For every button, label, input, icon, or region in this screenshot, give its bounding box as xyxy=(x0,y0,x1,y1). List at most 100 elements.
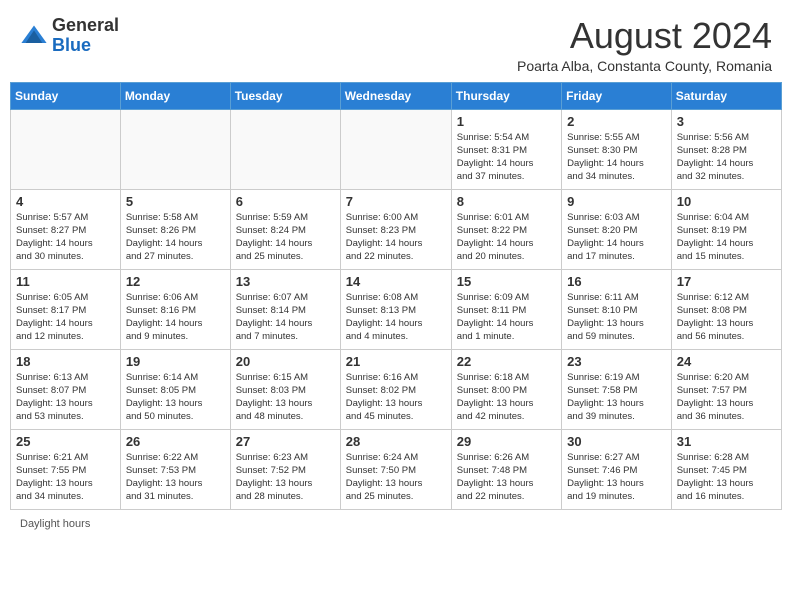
calendar-cell: 3 Sunrise: 5:56 AM Sunset: 8:28 PM Daylig… xyxy=(671,109,781,189)
day-number: 13 xyxy=(236,274,335,289)
day-number: 4 xyxy=(16,194,115,209)
day-info: Sunrise: 6:22 AM Sunset: 7:53 PM Dayligh… xyxy=(126,451,225,504)
day-info: Sunrise: 6:19 AM Sunset: 7:58 PM Dayligh… xyxy=(567,371,666,424)
month-year-title: August 2024 xyxy=(517,16,772,56)
calendar-cell: 19 Sunrise: 6:14 AM Sunset: 8:05 PM Dayli… xyxy=(120,349,230,429)
day-header-wednesday: Wednesday xyxy=(340,82,451,109)
day-info: Sunrise: 6:15 AM Sunset: 8:03 PM Dayligh… xyxy=(236,371,335,424)
day-number: 20 xyxy=(236,354,335,369)
week-row-4: 25 Sunrise: 6:21 AM Sunset: 7:55 PM Dayli… xyxy=(11,429,782,509)
day-number: 28 xyxy=(346,434,446,449)
calendar-header: SundayMondayTuesdayWednesdayThursdayFrid… xyxy=(11,82,782,109)
day-info: Sunrise: 6:06 AM Sunset: 8:16 PM Dayligh… xyxy=(126,291,225,344)
day-number: 7 xyxy=(346,194,446,209)
calendar-cell: 1Sunrise: 5:54 AM Sunset: 8:31 PM Daylig… xyxy=(451,109,561,189)
calendar-cell xyxy=(230,109,340,189)
day-number: 19 xyxy=(126,354,225,369)
day-info: Sunrise: 6:23 AM Sunset: 7:52 PM Dayligh… xyxy=(236,451,335,504)
days-of-week-row: SundayMondayTuesdayWednesdayThursdayFrid… xyxy=(11,82,782,109)
calendar-cell: 15 Sunrise: 6:09 AM Sunset: 8:11 PM Dayli… xyxy=(451,269,561,349)
calendar-cell xyxy=(120,109,230,189)
day-info: Sunrise: 5:55 AM Sunset: 8:30 PM Dayligh… xyxy=(567,131,666,184)
day-number: 22 xyxy=(457,354,556,369)
calendar-cell: 14Sunrise: 6:08 AM Sunset: 8:13 PM Dayli… xyxy=(340,269,451,349)
day-number: 29 xyxy=(457,434,556,449)
day-header-thursday: Thursday xyxy=(451,82,561,109)
logo-icon xyxy=(20,22,48,50)
calendar-body: 1Sunrise: 5:54 AM Sunset: 8:31 PM Daylig… xyxy=(11,109,782,509)
day-info: Sunrise: 6:18 AM Sunset: 8:00 PM Dayligh… xyxy=(457,371,556,424)
calendar-cell: 27 Sunrise: 6:23 AM Sunset: 7:52 PM Dayli… xyxy=(230,429,340,509)
day-info: Sunrise: 6:28 AM Sunset: 7:45 PM Dayligh… xyxy=(677,451,776,504)
calendar-cell: 11 Sunrise: 6:05 AM Sunset: 8:17 PM Dayli… xyxy=(11,269,121,349)
day-number: 23 xyxy=(567,354,666,369)
day-number: 6 xyxy=(236,194,335,209)
day-info: Sunrise: 5:57 AM Sunset: 8:27 PM Dayligh… xyxy=(16,211,115,264)
page-header: General Blue August 2024 Poarta Alba, Co… xyxy=(0,0,792,82)
calendar-cell: 22 Sunrise: 6:18 AM Sunset: 8:00 PM Dayli… xyxy=(451,349,561,429)
day-header-sunday: Sunday xyxy=(11,82,121,109)
day-info: Sunrise: 6:05 AM Sunset: 8:17 PM Dayligh… xyxy=(16,291,115,344)
day-header-friday: Friday xyxy=(562,82,672,109)
week-row-0: 1Sunrise: 5:54 AM Sunset: 8:31 PM Daylig… xyxy=(11,109,782,189)
day-info: Sunrise: 5:56 AM Sunset: 8:28 PM Dayligh… xyxy=(677,131,776,184)
day-number: 12 xyxy=(126,274,225,289)
day-info: Sunrise: 6:03 AM Sunset: 8:20 PM Dayligh… xyxy=(567,211,666,264)
calendar-cell: 25 Sunrise: 6:21 AM Sunset: 7:55 PM Dayli… xyxy=(11,429,121,509)
day-header-saturday: Saturday xyxy=(671,82,781,109)
calendar-cell: 31 Sunrise: 6:28 AM Sunset: 7:45 PM Dayli… xyxy=(671,429,781,509)
day-number: 24 xyxy=(677,354,776,369)
day-number: 3 xyxy=(677,114,776,129)
calendar-cell: 23 Sunrise: 6:19 AM Sunset: 7:58 PM Dayli… xyxy=(562,349,672,429)
day-number: 10 xyxy=(677,194,776,209)
week-row-3: 18Sunrise: 6:13 AM Sunset: 8:07 PM Dayli… xyxy=(11,349,782,429)
calendar-cell: 17 Sunrise: 6:12 AM Sunset: 8:08 PM Dayli… xyxy=(671,269,781,349)
day-info: Sunrise: 6:21 AM Sunset: 7:55 PM Dayligh… xyxy=(16,451,115,504)
calendar-cell: 29Sunrise: 6:26 AM Sunset: 7:48 PM Dayli… xyxy=(451,429,561,509)
calendar-cell: 7 Sunrise: 6:00 AM Sunset: 8:23 PM Daylig… xyxy=(340,189,451,269)
day-info: Sunrise: 6:12 AM Sunset: 8:08 PM Dayligh… xyxy=(677,291,776,344)
day-info: Sunrise: 6:27 AM Sunset: 7:46 PM Dayligh… xyxy=(567,451,666,504)
calendar-cell: 24 Sunrise: 6:20 AM Sunset: 7:57 PM Dayli… xyxy=(671,349,781,429)
calendar-cell: 12 Sunrise: 6:06 AM Sunset: 8:16 PM Dayli… xyxy=(120,269,230,349)
day-info: Sunrise: 6:11 AM Sunset: 8:10 PM Dayligh… xyxy=(567,291,666,344)
day-header-tuesday: Tuesday xyxy=(230,82,340,109)
calendar-cell: 16Sunrise: 6:11 AM Sunset: 8:10 PM Dayli… xyxy=(562,269,672,349)
calendar-cell: 6 Sunrise: 5:59 AM Sunset: 8:24 PM Daylig… xyxy=(230,189,340,269)
calendar-cell: 18Sunrise: 6:13 AM Sunset: 8:07 PM Dayli… xyxy=(11,349,121,429)
day-number: 31 xyxy=(677,434,776,449)
calendar-cell: 13Sunrise: 6:07 AM Sunset: 8:14 PM Dayli… xyxy=(230,269,340,349)
day-number: 27 xyxy=(236,434,335,449)
day-info: Sunrise: 6:08 AM Sunset: 8:13 PM Dayligh… xyxy=(346,291,446,344)
logo-general-text: General xyxy=(52,15,119,35)
location-subtitle: Poarta Alba, Constanta County, Romania xyxy=(517,58,772,74)
day-info: Sunrise: 5:58 AM Sunset: 8:26 PM Dayligh… xyxy=(126,211,225,264)
calendar-cell: 20 Sunrise: 6:15 AM Sunset: 8:03 PM Dayli… xyxy=(230,349,340,429)
day-number: 30 xyxy=(567,434,666,449)
calendar-cell: 10Sunrise: 6:04 AM Sunset: 8:19 PM Dayli… xyxy=(671,189,781,269)
day-info: Sunrise: 6:20 AM Sunset: 7:57 PM Dayligh… xyxy=(677,371,776,424)
day-info: Sunrise: 6:09 AM Sunset: 8:11 PM Dayligh… xyxy=(457,291,556,344)
day-info: Sunrise: 6:13 AM Sunset: 8:07 PM Dayligh… xyxy=(16,371,115,424)
day-number: 17 xyxy=(677,274,776,289)
logo: General Blue xyxy=(20,16,119,56)
calendar-cell xyxy=(11,109,121,189)
day-info: Sunrise: 6:24 AM Sunset: 7:50 PM Dayligh… xyxy=(346,451,446,504)
day-number: 11 xyxy=(16,274,115,289)
day-number: 25 xyxy=(16,434,115,449)
week-row-2: 11 Sunrise: 6:05 AM Sunset: 8:17 PM Dayli… xyxy=(11,269,782,349)
day-number: 15 xyxy=(457,274,556,289)
footer: Daylight hours xyxy=(0,510,792,538)
title-block: August 2024 Poarta Alba, Constanta Count… xyxy=(517,16,772,74)
day-number: 21 xyxy=(346,354,446,369)
day-info: Sunrise: 6:14 AM Sunset: 8:05 PM Dayligh… xyxy=(126,371,225,424)
logo-blue-text: Blue xyxy=(52,35,91,55)
day-info: Sunrise: 6:00 AM Sunset: 8:23 PM Dayligh… xyxy=(346,211,446,264)
calendar-cell: 30 Sunrise: 6:27 AM Sunset: 7:46 PM Dayli… xyxy=(562,429,672,509)
day-number: 1 xyxy=(457,114,556,129)
daylight-hours-label: Daylight hours xyxy=(20,518,90,530)
day-info: Sunrise: 5:59 AM Sunset: 8:24 PM Dayligh… xyxy=(236,211,335,264)
day-number: 2 xyxy=(567,114,666,129)
day-number: 8 xyxy=(457,194,556,209)
calendar-cell: 21Sunrise: 6:16 AM Sunset: 8:02 PM Dayli… xyxy=(340,349,451,429)
